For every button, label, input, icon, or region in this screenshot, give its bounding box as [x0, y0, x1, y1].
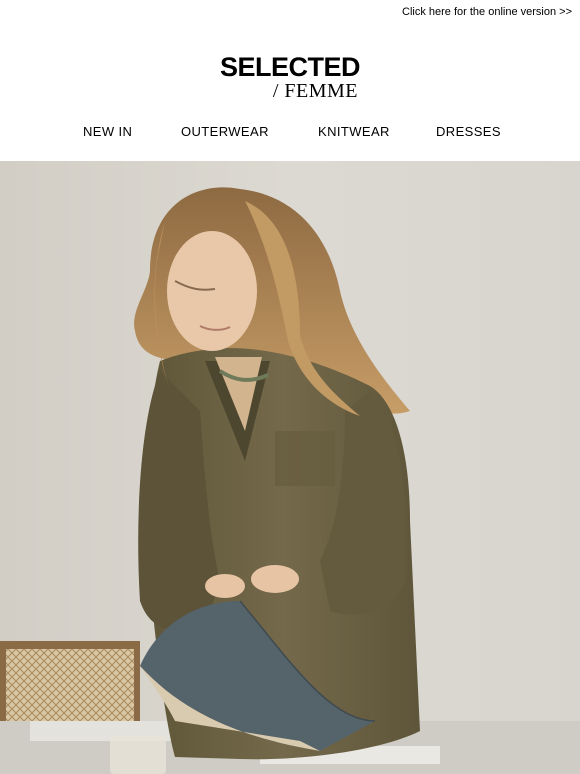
brand-logo[interactable]: SELECTED / FEMME [0, 54, 580, 102]
main-nav: NEW IN OUTERWEAR KNITWEAR DRESSES [0, 124, 580, 144]
online-version-link[interactable]: Click here for the online version >> [402, 6, 572, 18]
brand-name: SELECTED [219, 52, 361, 82]
hero-image[interactable] [0, 161, 580, 774]
nav-item-new-in[interactable]: NEW IN [83, 124, 132, 139]
hero-photo-woman-reading [0, 161, 580, 774]
nav-item-knitwear[interactable]: KNITWEAR [318, 124, 390, 139]
brand-subline: / FEMME [272, 80, 358, 102]
nav-item-dresses[interactable]: DRESSES [436, 124, 501, 139]
nav-item-outerwear[interactable]: OUTERWEAR [181, 124, 269, 139]
